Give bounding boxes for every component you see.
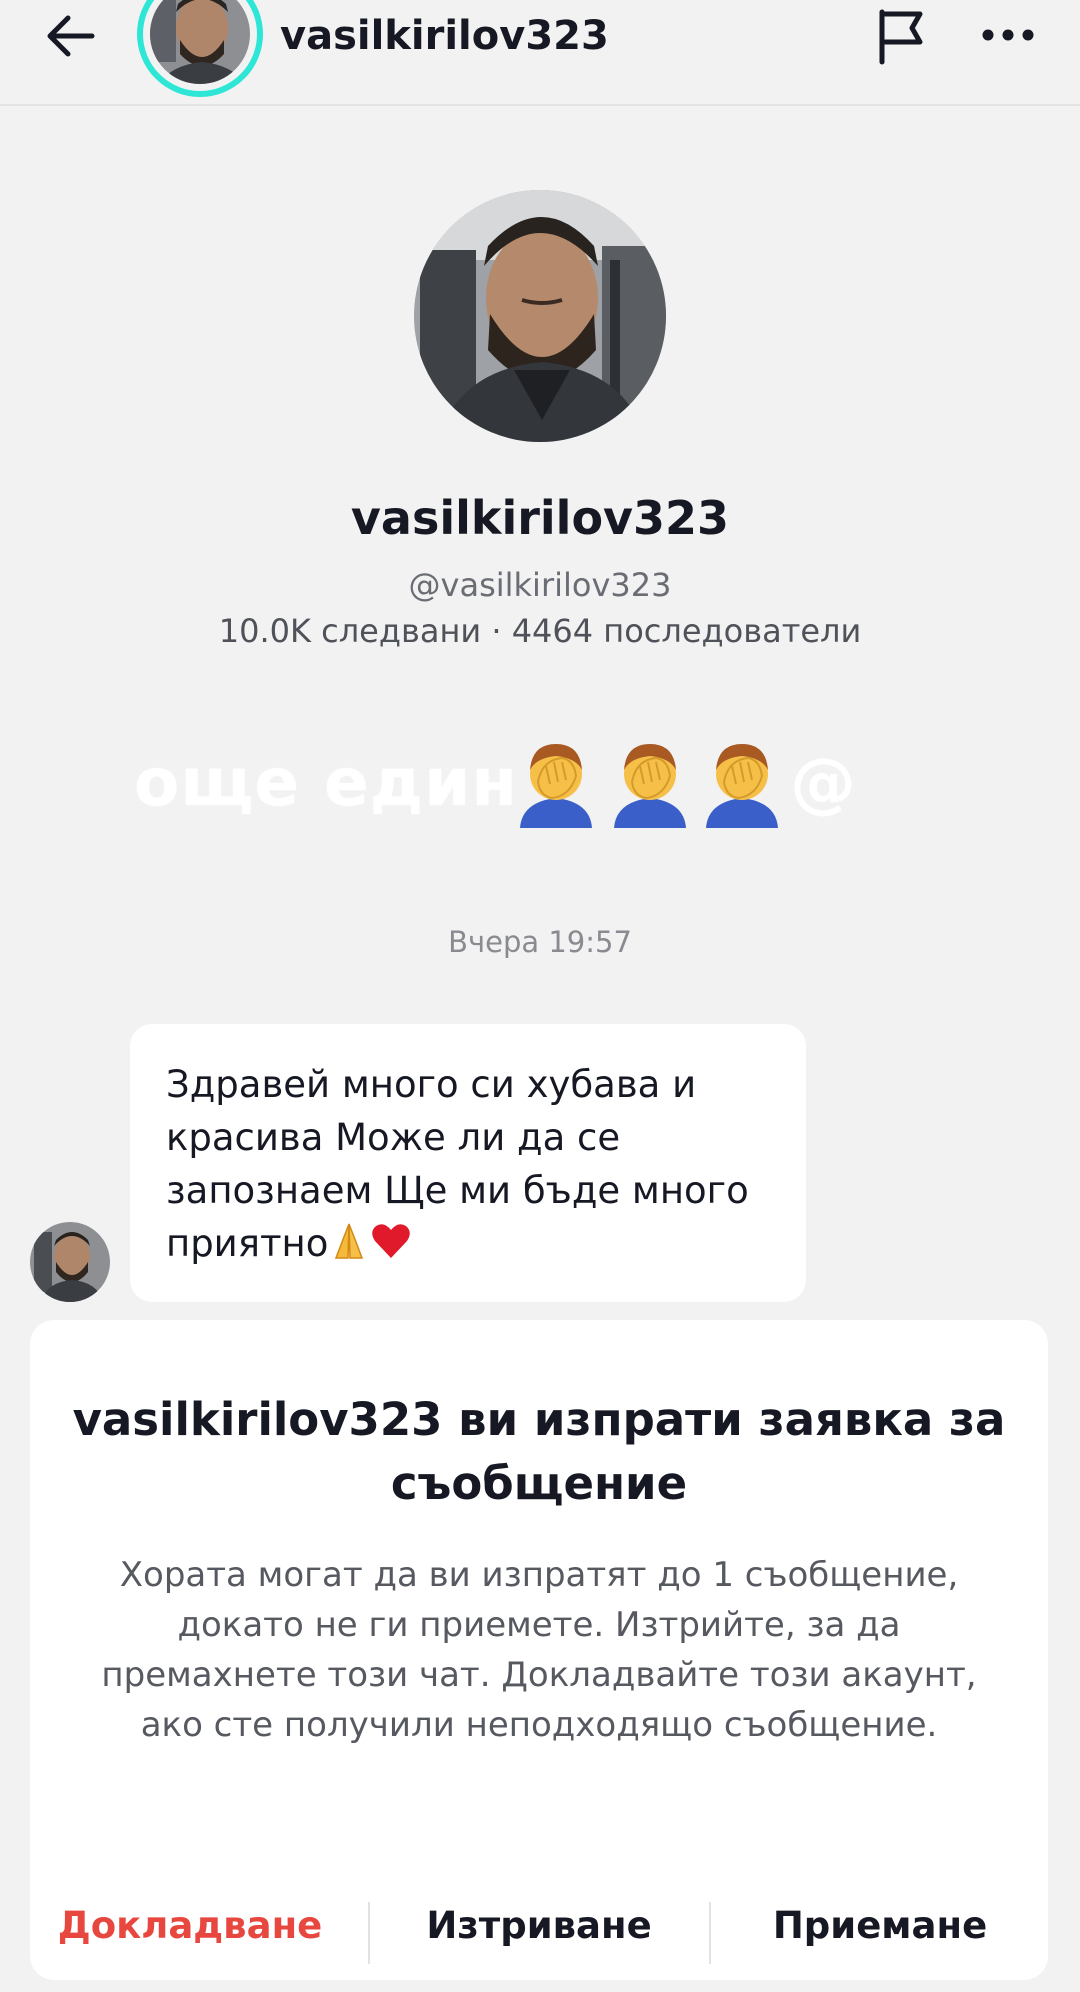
more-horizontal-icon [982, 29, 1034, 41]
profile-stats: 10.0K следвани · 4464 последователи [218, 612, 862, 650]
top-bar: vasilkirilov323 [0, 0, 1080, 106]
action-divider [368, 1902, 370, 1964]
header-username[interactable]: vasilkirilov323 [280, 10, 609, 62]
chat-request-screen: vasilkirilov323 vasilkirilov323 @vasilki… [0, 0, 1080, 1992]
request-actions: Докладване Изтриване Приемане [30, 1880, 1048, 1970]
profile-handle: @vasilkirilov323 [408, 566, 672, 604]
request-title: vasilkirilov323 ви изпрати заявка за съо… [72, 1393, 1006, 1510]
accept-button[interactable]: Приемане [720, 1880, 1040, 1970]
message-text: Здравей много си хубава и красива Може л… [166, 1058, 776, 1270]
red-heart-icon [372, 1224, 411, 1258]
arrow-left-icon [47, 15, 95, 57]
message-request-card: vasilkirilov323 ви изпрати заявка за съо… [30, 1320, 1048, 1980]
flag-icon [879, 9, 923, 65]
more-options-button[interactable] [978, 20, 1038, 50]
overlay-text: още един [134, 744, 518, 821]
facepalm-emoji-icon [520, 744, 592, 828]
profile-avatar[interactable] [414, 190, 666, 442]
request-description: Хората могат да ви изпратят до 1 съобщен… [101, 1555, 977, 1745]
sender-avatar[interactable] [30, 1222, 110, 1302]
folded-hands-icon [335, 1223, 364, 1259]
delete-button[interactable]: Изтриване [379, 1880, 699, 1970]
message-timestamp: Вчера 19:57 [448, 925, 632, 959]
report-flag-button[interactable] [872, 6, 932, 66]
action-divider [709, 1902, 711, 1964]
incoming-message-bubble[interactable]: Здравей много си хубава и красива Може л… [130, 1024, 806, 1302]
back-button[interactable] [40, 8, 104, 64]
overlay-at-sign: @ [790, 744, 856, 821]
facepalm-emoji-icon [706, 744, 778, 828]
profile-display-name: vasilkirilov323 [350, 491, 730, 545]
header-avatar[interactable] [136, 0, 264, 98]
overlay-caption: още един @ [0, 736, 1080, 832]
message-text-content: Здравей много си хубава и красива Може л… [166, 1063, 749, 1265]
report-button[interactable]: Докладване [30, 1880, 350, 1970]
facepalm-emoji-icon [614, 744, 686, 828]
